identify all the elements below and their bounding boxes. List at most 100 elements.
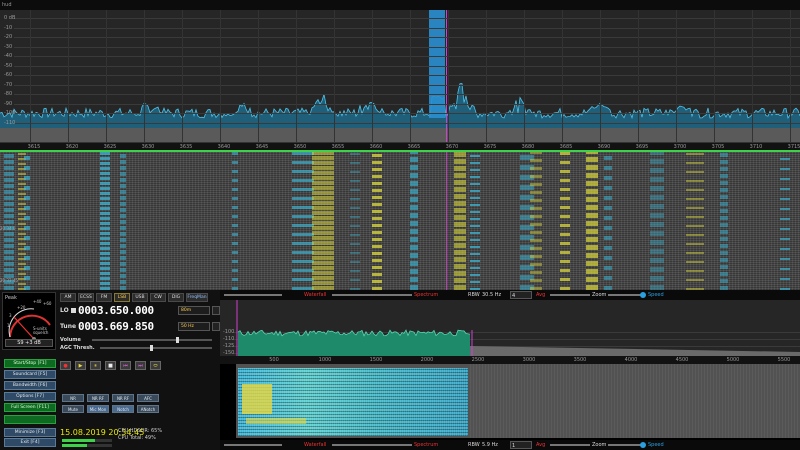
- forward-button[interactable]: ⏭: [135, 361, 146, 370]
- dsp-button-afc[interactable]: AFC: [137, 394, 159, 402]
- exit-button[interactable]: Exit [F4]: [4, 438, 56, 447]
- spectrum-label: Spectrum: [414, 292, 439, 298]
- db-label: -30: [4, 43, 13, 50]
- spectrum-gridline: [14, 122, 800, 124]
- rbw-select[interactable]: 1: [510, 441, 532, 449]
- waterfall-slider[interactable]: [224, 444, 282, 446]
- band-box[interactable]: 80m: [178, 306, 210, 315]
- db-label: -20: [4, 34, 13, 40]
- main-waterfall[interactable]: 20:34:0 20:33:45: [0, 152, 800, 290]
- tune-frequency[interactable]: 0003.669.850: [78, 320, 154, 333]
- volume-knob[interactable]: [176, 337, 179, 343]
- record-button[interactable]: ●: [60, 361, 71, 370]
- mode-button-am[interactable]: AM: [60, 293, 76, 302]
- waterfall-signal-column: [100, 152, 110, 290]
- title-strip: hud: [0, 0, 800, 10]
- audio-tick-label: 1000: [318, 357, 332, 363]
- zoom-bottom-controls: Waterfall Spectrum RBW 5.9 Hz 1 Avg Zoom…: [220, 440, 800, 450]
- rbw-value: 5.9 Hz: [482, 442, 498, 448]
- step-box[interactable]: 50 Hz: [178, 322, 210, 331]
- corner-text: hud: [2, 2, 12, 8]
- zoom-waterfall[interactable]: [220, 364, 800, 438]
- dsp-button-mic-mon[interactable]: Mic Mon: [87, 405, 109, 413]
- stop-button[interactable]: ■: [105, 361, 116, 370]
- rewind-button[interactable]: ⏮: [120, 361, 131, 370]
- zoom-slider[interactable]: [608, 294, 644, 296]
- spectrum-gridline: [14, 18, 800, 19]
- audio-tick-label: 1500: [369, 357, 383, 363]
- s-meter-scale-label: 3: [9, 313, 12, 318]
- audio-tick-label: 500: [269, 357, 279, 363]
- start-stop-button[interactable]: Start/Stop [F1]: [4, 359, 56, 368]
- zoom-spectrum[interactable]: -100 -110 -125 -150: [220, 300, 800, 356]
- rbw-select[interactable]: 4: [510, 291, 532, 299]
- avg-slider[interactable]: [550, 444, 590, 446]
- dsp-button-anotch[interactable]: ANotch: [137, 405, 159, 413]
- minimize-button[interactable]: Minimize [F3]: [4, 428, 56, 437]
- loop-button[interactable]: ⬭: [150, 361, 161, 370]
- spectrum-gridline: [638, 10, 639, 142]
- waterfall-signal-column: [232, 152, 238, 290]
- cpu-sdr-bar: [62, 439, 112, 442]
- agc-knob[interactable]: [150, 345, 153, 351]
- soundcard-button[interactable]: Soundcard [F5]: [4, 370, 56, 379]
- audio-tick-label: 2000: [420, 357, 434, 363]
- spectrum-gridline: [14, 94, 800, 95]
- waterfall-signal-column: [350, 152, 360, 290]
- dsp-button-nr-rf[interactable]: NR RF: [112, 394, 134, 402]
- waterfall-noise: [470, 364, 800, 438]
- speed-indicator[interactable]: [640, 292, 646, 298]
- band-dropdown-button[interactable]: [212, 306, 220, 315]
- zoom-label: Zoom: [592, 442, 607, 448]
- db-label: -110: [4, 119, 16, 126]
- waterfall-signal-column: [4, 152, 14, 290]
- waterfall-signal-column: [720, 152, 728, 290]
- dsp-button-notch[interactable]: Notch: [112, 405, 134, 413]
- lo-lock-icon[interactable]: [71, 308, 76, 313]
- mode-button-dig[interactable]: DIG: [168, 293, 184, 302]
- avg-label: Avg: [536, 442, 546, 448]
- zoom-slider[interactable]: [608, 444, 644, 446]
- waterfall-signal-column: [454, 152, 466, 290]
- tune-marker: [446, 152, 447, 290]
- waterfall-signal-column: [312, 152, 334, 290]
- agc-slider[interactable]: [100, 347, 212, 349]
- waterfall-signal-column: [530, 152, 542, 290]
- vfo-passband[interactable]: [429, 10, 445, 118]
- tune-label: Tune: [60, 323, 77, 330]
- main-spectrum[interactable]: 0 dB -10 -20 -30 -40 -50 -60 -70 -80 -90 -100 -110: [0, 10, 800, 142]
- waterfall-slider[interactable]: [224, 294, 282, 296]
- waterfall-signal-column: [292, 152, 314, 290]
- waterfall-range-slider[interactable]: [332, 294, 412, 296]
- dsp-button-nr-rf[interactable]: NR RF: [87, 394, 109, 402]
- mode-button-usb[interactable]: USB: [132, 293, 148, 302]
- dsp-button-nr[interactable]: NR: [62, 394, 84, 402]
- cpu-total-bar: [62, 444, 112, 447]
- mode-button-cw[interactable]: CW: [150, 293, 166, 302]
- spectrum-gridline: [600, 10, 601, 142]
- dsp-button-mute[interactable]: Mute: [62, 405, 84, 413]
- speed-indicator[interactable]: [640, 442, 646, 448]
- avg-label: Avg: [536, 292, 546, 298]
- pause-button[interactable]: ⏸: [90, 361, 101, 370]
- full-screen-button[interactable]: Full Screen [F11]: [4, 403, 56, 412]
- avg-slider[interactable]: [550, 294, 590, 296]
- play-button[interactable]: ▶: [75, 361, 86, 370]
- mode-button-ecss[interactable]: ECSS: [78, 293, 94, 302]
- spectrum-gridline: [448, 10, 449, 142]
- extio-button[interactable]: [4, 415, 56, 424]
- waterfall-signal-column: [780, 152, 790, 290]
- spectrum-gridline: [14, 56, 800, 57]
- mode-button-lsb[interactable]: LSB: [114, 293, 130, 302]
- s-meter-scale-label: +20: [17, 305, 26, 310]
- bandwidth-button[interactable]: Bandwidth [F6]: [4, 381, 56, 390]
- spectrum-gridline: [562, 10, 563, 142]
- step-dropdown-button[interactable]: [212, 322, 220, 331]
- lo-frequency[interactable]: 0003.650.000: [78, 304, 154, 317]
- waterfall-range-slider[interactable]: [332, 444, 412, 446]
- waterfall-signal-column: [24, 152, 30, 290]
- mode-button-fm[interactable]: FM: [96, 293, 112, 302]
- options-button[interactable]: Options [F7]: [4, 392, 56, 401]
- volume-slider[interactable]: [92, 339, 212, 341]
- mode-button-freqman[interactable]: FreqMan: [186, 293, 208, 302]
